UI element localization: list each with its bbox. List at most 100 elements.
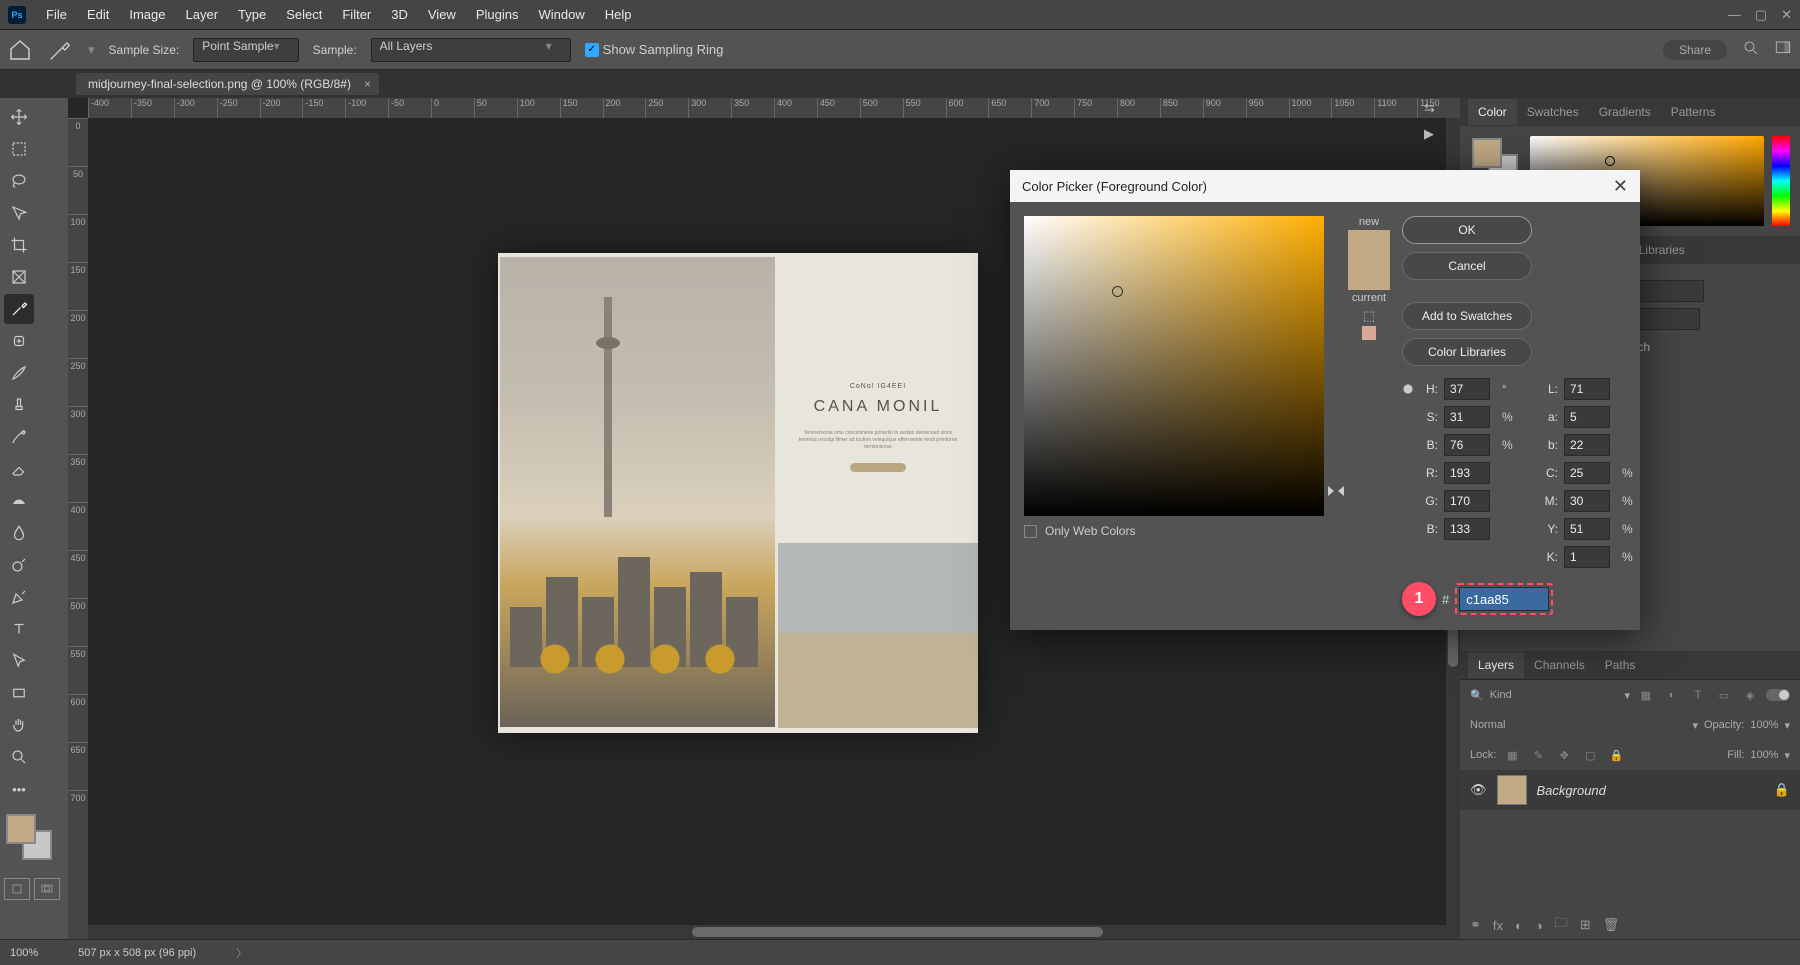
zoom-level[interactable]: 100% [10, 947, 38, 959]
marquee-tool[interactable] [4, 134, 34, 164]
menu-layer[interactable]: Layer [176, 7, 229, 22]
fg-bg-swatches[interactable] [4, 812, 64, 868]
delete-layer-icon[interactable]: 🗑 [1603, 917, 1620, 933]
menu-help[interactable]: Help [595, 7, 642, 22]
lock-pixels-icon[interactable]: ▦ [1502, 746, 1522, 764]
tab-channels[interactable]: Channels [1524, 652, 1595, 678]
close-tab-icon[interactable]: × [364, 77, 371, 91]
tab-patterns[interactable]: Patterns [1661, 99, 1726, 125]
sample-size-select[interactable]: Point Sample ▾ [193, 38, 298, 62]
crop-tool[interactable] [4, 230, 34, 260]
blend-mode-select[interactable]: Normal [1470, 719, 1686, 731]
hex-input[interactable] [1459, 587, 1549, 611]
tab-swatches[interactable]: Swatches [1517, 99, 1589, 125]
radio-lab-b[interactable] [1522, 439, 1534, 451]
sample-select[interactable]: All Layers ▾ [371, 38, 571, 62]
show-sampling-ring-check[interactable]: ✓Show Sampling Ring [585, 42, 724, 57]
layer-row-background[interactable]: 👁 Background 🔒 [1460, 770, 1800, 810]
r-input[interactable] [1444, 462, 1490, 484]
hue-strip[interactable] [1772, 136, 1790, 226]
tab-layers[interactable]: Layers [1468, 652, 1524, 678]
menu-3d[interactable]: 3D [381, 7, 418, 22]
panel-icon-1[interactable]: ⇆ [1424, 100, 1450, 116]
screen-mode-icon[interactable] [34, 878, 60, 900]
type-tool[interactable] [4, 614, 34, 644]
lock-move-icon[interactable]: ✥ [1554, 746, 1574, 764]
eyedropper-tool[interactable] [4, 294, 34, 324]
menu-edit[interactable]: Edit [77, 7, 119, 22]
l-input[interactable] [1564, 378, 1610, 400]
more-tools[interactable]: ••• [4, 774, 34, 804]
filter-type-icon[interactable]: T [1688, 686, 1708, 704]
menu-file[interactable]: File [36, 7, 77, 22]
search-icon[interactable] [1742, 39, 1760, 60]
radio-h[interactable] [1402, 383, 1414, 395]
healing-tool[interactable] [4, 326, 34, 356]
dialog-titlebar[interactable]: Color Picker (Foreground Color) ✕ [1010, 170, 1640, 202]
rectangle-tool[interactable] [4, 678, 34, 708]
menu-filter[interactable]: Filter [332, 7, 381, 22]
menu-window[interactable]: Window [528, 7, 594, 22]
a-input[interactable] [1564, 406, 1610, 428]
tab-color[interactable]: Color [1468, 99, 1517, 125]
radio-l[interactable] [1522, 383, 1534, 395]
brush-tool[interactable] [4, 358, 34, 388]
share-button[interactable]: Share [1662, 39, 1728, 61]
g-input[interactable] [1444, 490, 1490, 512]
s-input[interactable] [1444, 406, 1490, 428]
ok-button[interactable]: OK [1402, 216, 1532, 244]
group-icon[interactable]: 🗀 [1555, 914, 1568, 936]
close-icon[interactable]: ✕ [1781, 7, 1792, 23]
m-input[interactable] [1564, 490, 1610, 512]
b-hsb-input[interactable] [1444, 434, 1490, 456]
document-tab[interactable]: midjourney-final-selection.png @ 100% (R… [76, 73, 379, 95]
add-swatches-button[interactable]: Add to Swatches [1402, 302, 1532, 330]
cancel-button[interactable]: Cancel [1402, 252, 1532, 280]
document-info[interactable]: 507 px x 508 px (96 ppi) [78, 947, 196, 959]
color-libraries-button[interactable]: Color Libraries [1402, 338, 1532, 366]
move-tool[interactable] [4, 102, 34, 132]
foreground-color-swatch[interactable] [6, 814, 36, 844]
saturation-value-box[interactable] [1024, 216, 1324, 516]
cube-warning-icon[interactable]: ⬚ [1363, 308, 1375, 324]
radio-a[interactable] [1522, 411, 1534, 423]
tab-paths[interactable]: Paths [1595, 652, 1646, 678]
k-input[interactable] [1564, 546, 1610, 568]
radio-g[interactable] [1402, 495, 1414, 507]
b-rgb-input[interactable] [1444, 518, 1490, 540]
zoom-tool[interactable] [4, 742, 34, 772]
dodge-tool[interactable] [4, 550, 34, 580]
tab-gradients[interactable]: Gradients [1589, 99, 1661, 125]
gradient-tool[interactable] [4, 486, 34, 516]
radio-s[interactable] [1402, 411, 1414, 423]
radio-r[interactable] [1402, 467, 1414, 479]
y-input[interactable] [1564, 518, 1610, 540]
frame-tool[interactable] [4, 262, 34, 292]
home-icon[interactable] [8, 38, 32, 62]
web-warning-icon[interactable] [1362, 326, 1376, 340]
workspace-icon[interactable] [1774, 39, 1792, 60]
eraser-tool[interactable] [4, 454, 34, 484]
filter-toggle[interactable] [1766, 689, 1790, 701]
visibility-icon[interactable]: 👁 [1470, 782, 1487, 798]
lab-b-input[interactable] [1564, 434, 1610, 456]
panel-icon-2[interactable]: ▶ [1424, 126, 1450, 142]
lasso-tool[interactable] [4, 166, 34, 196]
filter-smart-icon[interactable]: ◈ [1740, 686, 1760, 704]
new-layer-icon[interactable]: ⊞ [1580, 917, 1591, 933]
filter-shape-icon[interactable]: ▭ [1714, 686, 1734, 704]
only-web-colors-check[interactable]: Only Web Colors [1024, 524, 1324, 538]
menu-plugins[interactable]: Plugins [466, 7, 529, 22]
filter-adjust-icon[interactable]: ◐ [1662, 686, 1682, 704]
dialog-close-icon[interactable]: ✕ [1613, 176, 1628, 197]
c-input[interactable] [1564, 462, 1610, 484]
quick-select-tool[interactable] [4, 198, 34, 228]
mask-icon[interactable]: ◐ [1515, 918, 1523, 933]
menu-image[interactable]: Image [119, 7, 175, 22]
pen-tool[interactable] [4, 582, 34, 612]
fx-icon[interactable]: fx [1493, 918, 1503, 933]
h-input[interactable] [1444, 378, 1490, 400]
fill-value[interactable]: 100% [1750, 749, 1778, 761]
horizontal-scrollbar[interactable] [88, 925, 1460, 939]
lock-brush-icon[interactable]: ✎ [1528, 746, 1548, 764]
